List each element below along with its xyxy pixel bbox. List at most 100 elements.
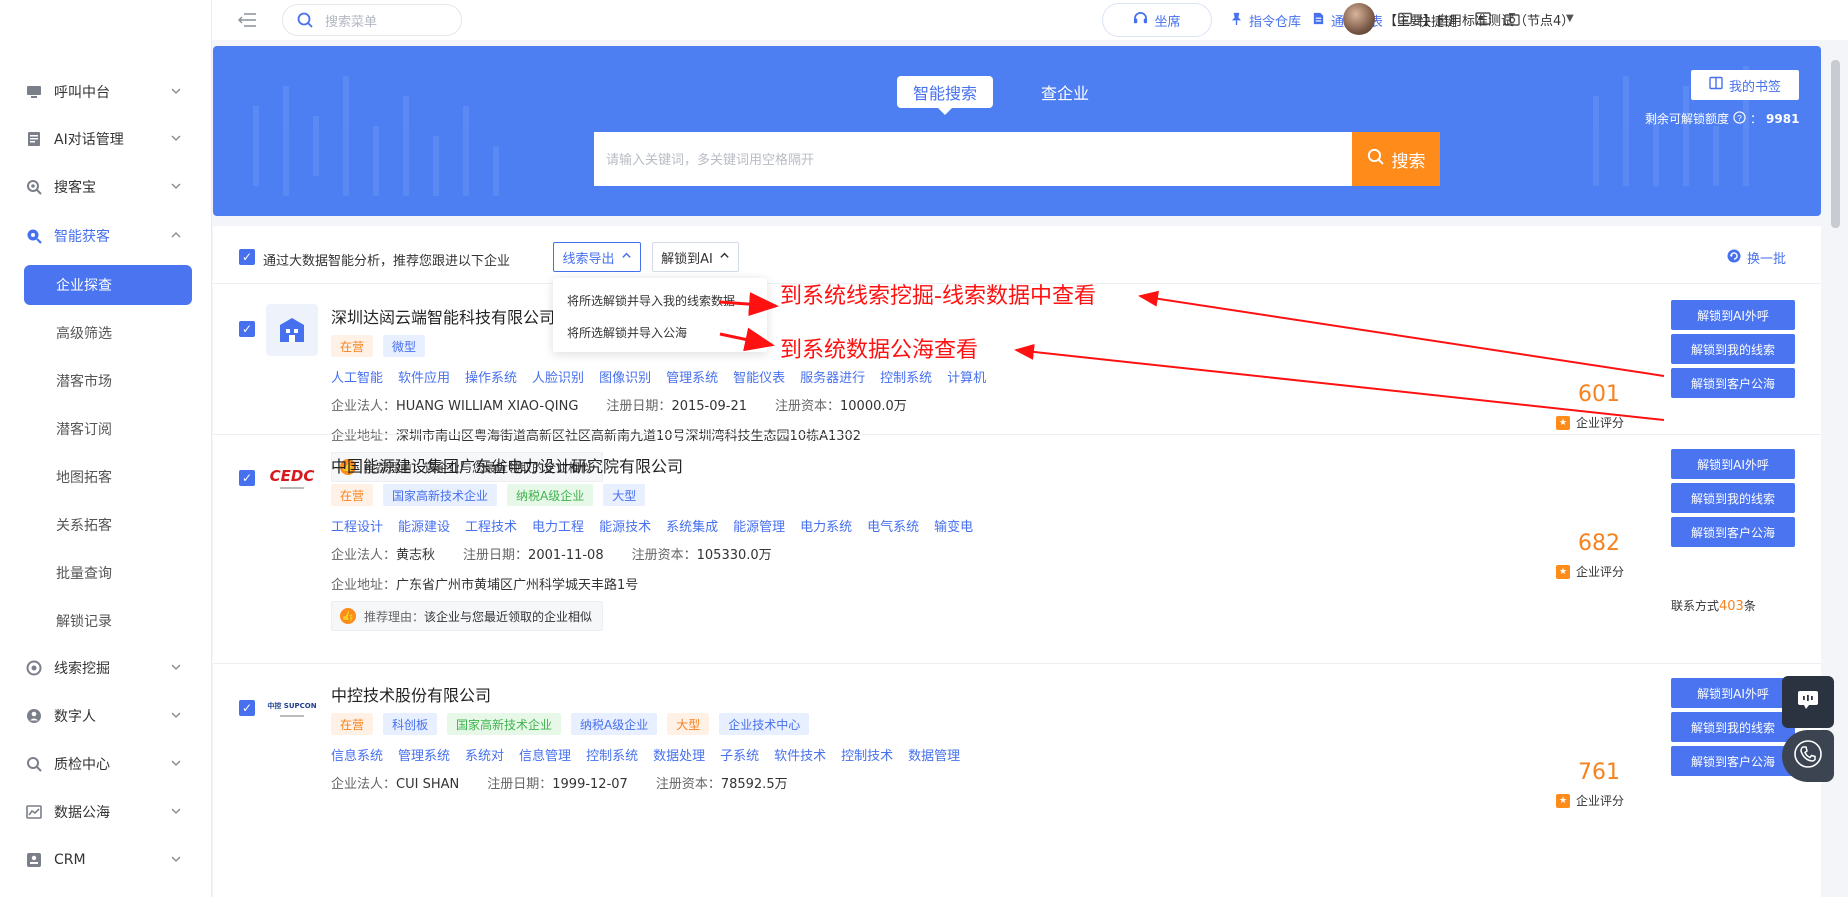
sidebar-subitem-advanced-filter[interactable]: 高级筛选 — [24, 313, 192, 353]
refresh-batch-button[interactable]: 换一批 — [1727, 248, 1786, 267]
keyword-link[interactable]: 控制系统 — [880, 367, 932, 386]
company-tag: 纳税A级企业 — [571, 713, 658, 735]
search-icon — [1367, 148, 1384, 170]
help-icon[interactable]: ? — [1733, 110, 1746, 127]
my-bookmarks-button[interactable]: 我的书签 — [1691, 70, 1799, 100]
keyword-link[interactable]: 输变电 — [934, 516, 973, 535]
keyword-link[interactable]: 图像识别 — [599, 367, 651, 386]
company-checkbox[interactable]: ✓ — [239, 470, 255, 486]
unlock-my-leads-button[interactable]: 解锁到我的线索 — [1671, 483, 1795, 513]
keyword-link[interactable]: 电气系统 — [867, 516, 919, 535]
reg-date-field: 注册日期：2015-09-21 — [606, 399, 747, 414]
user-label[interactable]: 【主要】自用标准测试（节点4） — [1384, 10, 1574, 29]
phone-float-button[interactable] — [1782, 730, 1834, 782]
sidebar-subitem-prospect-subscribe[interactable]: 潜客订阅 — [24, 409, 192, 449]
keyword-link[interactable]: 数据处理 — [653, 745, 705, 764]
seat-button[interactable]: 坐席 — [1102, 3, 1212, 37]
select-all-checkbox[interactable]: ✓ — [239, 249, 255, 265]
menu-search-input[interactable]: 搜索菜单 — [282, 4, 462, 36]
keyword-link[interactable]: 操作系统 — [465, 367, 517, 386]
sidebar-subitem-map-acquisition[interactable]: 地图拓客 — [24, 457, 192, 497]
company-name[interactable]: 中国能源建设集团广东省电力设计研究院有限公司 — [331, 453, 683, 477]
keyword-link[interactable]: 子系统 — [720, 745, 759, 764]
sidebar-item-qc-center[interactable]: 质检中心 — [0, 744, 212, 784]
unlock-ai-call-button[interactable]: 解锁到AI外呼 — [1671, 449, 1795, 479]
sidebar-subitem-enterprise-explore[interactable]: 企业探查 — [24, 265, 192, 305]
keyword-link[interactable]: 工程技术 — [465, 516, 517, 535]
keyword-link[interactable]: 人脸识别 — [532, 367, 584, 386]
company-checkbox[interactable]: ✓ — [239, 700, 255, 716]
sidebar-item-digital-human[interactable]: 数字人 — [0, 696, 212, 736]
recommend-reason: 👍 推荐理由：该企业与您最近领取的企业相似 — [331, 601, 604, 631]
star-icon: ★ — [1556, 793, 1570, 808]
chat-float-button[interactable] — [1782, 676, 1834, 728]
sidebar-subitem-prospect-market[interactable]: 潜客市场 — [24, 361, 192, 401]
sidebar-item-data-pool[interactable]: 数据公海 — [0, 792, 212, 832]
unlock-ai-call-button[interactable]: 解锁到AI外呼 — [1671, 678, 1795, 708]
caret-down-icon[interactable]: ▼ — [1566, 13, 1574, 24]
company-name[interactable]: 中控技术股份有限公司 — [331, 682, 491, 706]
keyword-link[interactable]: 管理系统 — [398, 745, 450, 764]
avatar[interactable] — [1343, 3, 1375, 35]
unlock-ai-call-button[interactable]: 解锁到AI外呼 — [1671, 300, 1795, 330]
tab-smart-search[interactable]: 智能搜索 — [897, 76, 993, 115]
sidebar-subitem-label: 地图拓客 — [56, 470, 112, 486]
scrollbar-thumb[interactable] — [1831, 60, 1840, 228]
keyword-link[interactable]: 电力工程 — [532, 516, 584, 535]
sidebar-item-label: 数据公海 — [54, 805, 110, 821]
sidebar-item-crm[interactable]: CRM — [0, 840, 212, 880]
sidebar-subitem-unlock-records[interactable]: 解锁记录 — [24, 601, 192, 641]
keyword-link[interactable]: 数据管理 — [908, 745, 960, 764]
keyword-link[interactable]: 能源建设 — [398, 516, 450, 535]
contact-count[interactable]: 联系方式403条 — [1671, 597, 1756, 614]
keyword-link[interactable]: 系统对 — [465, 745, 504, 764]
unlock-my-leads-button[interactable]: 解锁到我的线索 — [1671, 712, 1795, 742]
keyword-link[interactable]: 计算机 — [947, 367, 986, 386]
tab-company-lookup[interactable]: 查企业 — [1025, 76, 1105, 108]
keyword-link[interactable]: 管理系统 — [666, 367, 718, 386]
command-warehouse-link[interactable]: 指令仓库 — [1230, 10, 1301, 30]
keyword-link[interactable]: 信息管理 — [519, 745, 571, 764]
sidebar-item-ai-dialog[interactable]: AI对话管理 — [0, 119, 212, 159]
keyword-link[interactable]: 控制技术 — [841, 745, 893, 764]
unlock-my-leads-button[interactable]: 解锁到我的线索 — [1671, 334, 1795, 364]
company-checkbox[interactable]: ✓ — [239, 321, 255, 337]
unlock-public-pool-button[interactable]: 解锁到客户公海 — [1671, 368, 1795, 398]
sidebar-item-call-center[interactable]: 呼叫中台 — [0, 72, 212, 112]
keyword-link[interactable]: 工程设计 — [331, 516, 383, 535]
unlock-public-pool-button[interactable]: 解锁到客户公海 — [1671, 746, 1795, 776]
keyword-link[interactable]: 服务器进行 — [800, 367, 865, 386]
export-to-public-pool-option[interactable]: 将所选解锁并导入公海 — [567, 324, 687, 341]
sidebar-item-label: 质检中心 — [54, 757, 110, 773]
sidebar-subitem-batch-query[interactable]: 批量查询 — [24, 553, 192, 593]
compass-icon — [26, 660, 42, 676]
keyword-link[interactable]: 软件技术 — [774, 745, 826, 764]
keyword-link[interactable]: 智能仪表 — [733, 367, 785, 386]
sidebar-item-label: 线索挖掘 — [54, 661, 110, 677]
sidebar-item-lead-mining[interactable]: 线索挖掘 — [0, 648, 212, 688]
keyword-link[interactable]: 控制系统 — [586, 745, 638, 764]
lead-export-dropdown[interactable]: 线索导出 — [553, 242, 641, 272]
search-button[interactable]: 搜索 — [1352, 132, 1440, 186]
company-tags: 在营 科创板 国家高新技术企业 纳税A级企业 大型 企业技术中心 — [331, 713, 810, 735]
keyword-link[interactable]: 电力系统 — [800, 516, 852, 535]
unlock-public-pool-button[interactable]: 解锁到客户公海 — [1671, 517, 1795, 547]
sidebar-item-soukebao[interactable]: 搜客宝 — [0, 167, 212, 207]
menu-collapse-icon[interactable] — [238, 10, 258, 30]
keyword-search-input[interactable] — [594, 132, 1352, 186]
keyword-link[interactable]: 能源管理 — [733, 516, 785, 535]
keyword-link[interactable]: 软件应用 — [398, 367, 450, 386]
keyword-link[interactable]: 能源技术 — [599, 516, 651, 535]
sidebar-subitem-relation-acquisition[interactable]: 关系拓客 — [24, 505, 192, 545]
company-name[interactable]: 深圳达闼云端智能科技有限公司 — [331, 304, 555, 328]
keyword-link[interactable]: 系统集成 — [666, 516, 718, 535]
keyword-link[interactable]: 人工智能 — [331, 367, 383, 386]
unlock-to-ai-dropdown[interactable]: 解锁到AI — [652, 242, 739, 272]
keyword-link[interactable]: 信息系统 — [331, 745, 383, 764]
sidebar-item-smart-acquisition[interactable]: 智能获客 — [0, 216, 212, 256]
chevron-down-icon — [170, 661, 182, 673]
export-to-my-leads-option[interactable]: 将所选解锁并导入我的线索数据 — [567, 292, 735, 309]
company-meta: 企业法人：黄志秋 注册日期：2001-11-08 注册资本：105330.0万 — [331, 544, 772, 563]
chevron-up-icon — [621, 250, 632, 265]
quota-label: 剩余可解锁额度 — [1645, 112, 1730, 126]
